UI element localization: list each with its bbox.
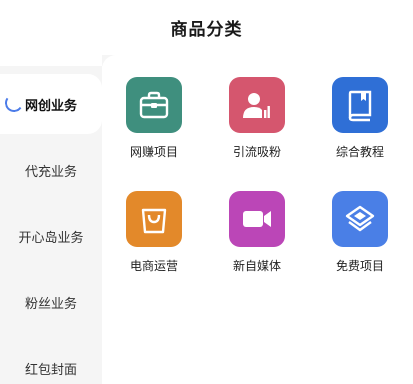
sidebar-item-fensi[interactable]: 粉丝业务 [0, 272, 102, 332]
user-chart-icon [243, 93, 270, 118]
sidebar-item-label: 粉丝业务 [24, 296, 77, 312]
content-panel-corner [102, 55, 413, 69]
page-title: 商品分类 [170, 20, 243, 40]
category-label: 新自媒体 [232, 259, 281, 273]
category-sidebar: 网创业务 代充业务 开心岛业务 粉丝业务 红包封面 [0, 66, 102, 384]
category-mianfei[interactable]: 免费项目 [315, 191, 405, 291]
tile-wangzhuan [126, 77, 182, 133]
shopping-bag-icon [141, 208, 167, 234]
tile-jiaocheng [332, 77, 388, 133]
book-icon [348, 90, 372, 122]
category-dianshang[interactable]: 电商运营 [109, 191, 199, 291]
category-yinliu[interactable]: 引流吸粉 [212, 77, 302, 177]
header: 商品分类 [0, 0, 413, 55]
category-label: 免费项目 [335, 259, 384, 273]
sidebar-item-hongbao[interactable]: 红包封面 [0, 338, 102, 384]
sidebar-item-label: 开心岛业务 [18, 230, 84, 246]
sidebar-item-label: 代充业务 [24, 164, 77, 180]
category-wangzhuan[interactable]: 网赚项目 [109, 77, 199, 177]
tile-dianshang [126, 191, 182, 247]
layers-icon [345, 205, 375, 232]
video-camera-icon [243, 211, 271, 227]
sidebar-item-kaixindao[interactable]: 开心岛业务 [0, 206, 102, 266]
briefcase-icon [139, 91, 169, 119]
category-label: 引流吸粉 [232, 145, 281, 159]
category-label: 电商运营 [129, 259, 178, 273]
sidebar-item-label: 红包封面 [24, 362, 77, 378]
category-label: 综合教程 [335, 145, 384, 159]
sidebar-item-daichong[interactable]: 代充业务 [0, 140, 102, 200]
tile-mianfei [332, 191, 388, 247]
category-jiaocheng[interactable]: 综合教程 [315, 77, 405, 177]
sidebar-item-wangchuang[interactable]: 网创业务 [0, 74, 102, 134]
category-label: 网赚项目 [129, 145, 178, 159]
active-indicator-icon [3, 92, 25, 114]
tile-zimeiti [229, 191, 285, 247]
tile-yinliu [229, 77, 285, 133]
category-zimeiti[interactable]: 新自媒体 [212, 191, 302, 291]
sidebar-item-label: 网创业务 [24, 98, 77, 114]
category-page: 商品分类 网创业务 代充业务 开心岛业务 粉丝业务 红包封面 网赚项目 引流吸粉… [0, 0, 413, 384]
